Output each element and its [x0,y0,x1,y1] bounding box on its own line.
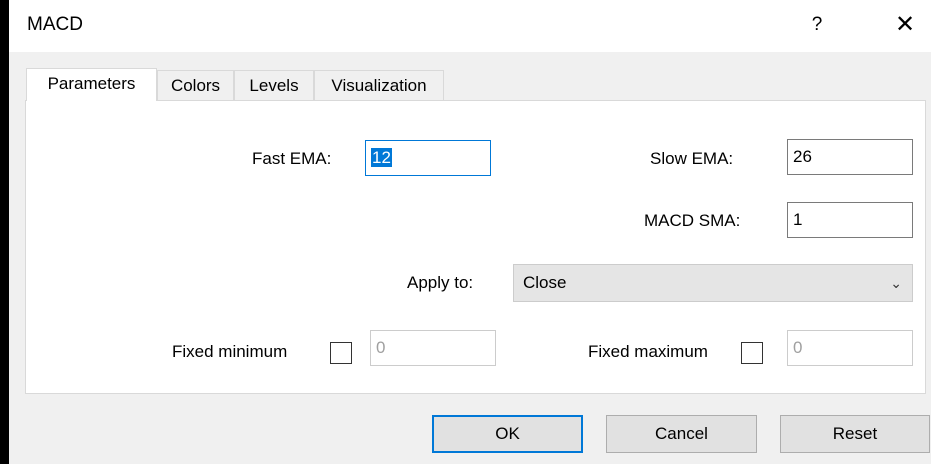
ok-button[interactable]: OK [432,415,583,453]
window-edge [0,0,9,464]
fixed-maximum-checkbox[interactable] [741,342,763,364]
fixed-maximum-label: Fixed maximum [588,342,708,361]
tab-colors[interactable]: Colors [157,70,234,100]
fixed-minimum-label: Fixed minimum [172,342,288,361]
dialog-body: Parameters Colors Levels Visualization F… [9,52,931,464]
tab-levels[interactable]: Levels [234,70,314,100]
title-bar: MACD ? ✕ [9,0,931,52]
close-button[interactable]: ✕ [888,8,922,42]
window-title: MACD [27,14,83,35]
apply-to-value: Close [523,273,567,292]
reset-button[interactable]: Reset [780,415,930,453]
macd-sma-label: MACD SMA: [644,211,741,230]
slow-ema-label: Slow EMA: [650,149,734,168]
fixed-minimum-checkbox[interactable] [330,342,352,364]
macd-dialog: MACD ? ✕ Parameters Colors Levels Visual… [0,0,931,464]
parameters-panel: Fast EMA: 12 Slow EMA: 26 MACD SMA: 1 Ap… [25,100,926,394]
fixed-maximum-input[interactable]: 0 [787,330,913,366]
chevron-down-icon: ⌄ [890,275,902,291]
tab-visualization[interactable]: Visualization [314,70,444,100]
slow-ema-input[interactable]: 26 [787,139,913,175]
tab-parameters[interactable]: Parameters [26,68,157,101]
fixed-minimum-input[interactable]: 0 [370,330,496,366]
help-button[interactable]: ? [802,8,832,42]
macd-sma-input[interactable]: 1 [787,202,913,238]
apply-to-select[interactable]: Close ⌄ [513,264,913,302]
fast-ema-input[interactable]: 12 [365,140,491,176]
cancel-button[interactable]: Cancel [606,415,757,453]
fast-ema-label: Fast EMA: [252,149,332,168]
apply-to-label: Apply to: [407,273,474,292]
close-icon: ✕ [894,11,916,38]
